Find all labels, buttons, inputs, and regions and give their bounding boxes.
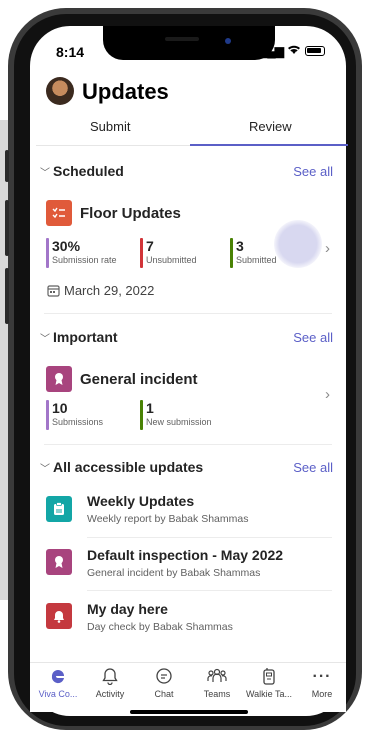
bell-icon: [46, 603, 72, 629]
list-item-subtitle: Day check by Babak Shammas: [87, 621, 233, 633]
nav-label: Chat: [154, 689, 174, 699]
bell-icon: [80, 667, 140, 687]
list-item-title: Default inspection - May 2022: [87, 547, 284, 563]
chevron-right-icon[interactable]: ›: [325, 386, 330, 403]
stat-value: 7: [146, 238, 154, 254]
chat-icon: [134, 667, 194, 687]
stat-label: Submission rate: [52, 255, 117, 265]
list-item-title: Weekly Updates: [87, 493, 195, 509]
section-accessible-title: All accessible updates: [53, 459, 204, 475]
divider: [87, 590, 332, 591]
chevron-down-icon: ﹀: [40, 464, 50, 475]
stat-label: Unsubmitted: [146, 255, 197, 265]
chevron-right-icon[interactable]: ›: [325, 240, 330, 257]
chevron-down-icon: ﹀: [40, 168, 50, 179]
teams-icon: [187, 667, 247, 687]
stat-value: 30%: [52, 238, 81, 254]
badge-icon: [46, 549, 72, 575]
tab-active-indicator: [190, 144, 348, 146]
stat-new-submission: 1 New submission: [140, 400, 212, 430]
tab-bar: Submit Review: [36, 115, 348, 146]
stat-label: Submissions: [52, 417, 104, 427]
accessible-see-all-link[interactable]: See all: [293, 460, 333, 475]
stat-value: 1: [146, 400, 154, 416]
battery-icon: [305, 46, 325, 56]
section-important-title: Important: [53, 329, 118, 345]
badge-icon: [46, 366, 72, 392]
checklist-icon: [46, 200, 72, 226]
tab-review[interactable]: Review: [249, 119, 292, 134]
important-see-all-link[interactable]: See all: [293, 330, 333, 345]
stat-submissions: 10 Submissions: [46, 400, 104, 430]
nav-viva-connections[interactable]: Viva Co...: [28, 667, 88, 699]
nav-label: Teams: [203, 689, 231, 699]
nav-label: Walkie Ta...: [245, 689, 292, 699]
nav-label: Activity: [95, 689, 125, 699]
status-time: 8:14: [56, 44, 85, 60]
more-icon: ···: [312, 668, 332, 685]
volume-up-button: [5, 200, 9, 256]
page-title: Updates: [82, 79, 169, 104]
walkie-talkie-icon: [239, 667, 299, 687]
stat-bar: [140, 238, 143, 268]
mute-switch: [5, 150, 9, 182]
scheduled-date: March 29, 2022: [64, 283, 155, 298]
list-item-title: My day here: [87, 601, 168, 617]
stat-bar: [46, 238, 49, 268]
stat-label: New submission: [146, 417, 212, 427]
stat-value: 3: [236, 238, 244, 254]
nav-activity[interactable]: Activity: [80, 667, 140, 699]
divider: [87, 537, 332, 538]
stat-submitted: 3 Submitted: [230, 238, 277, 268]
scheduled-card-title: Floor Updates: [80, 205, 181, 222]
nav-teams[interactable]: Teams: [187, 667, 247, 699]
section-scheduled-header[interactable]: ﹀ Scheduled: [40, 163, 124, 179]
stat-bar: [46, 400, 49, 430]
list-item-subtitle: General incident by Babak Shammas: [87, 567, 261, 579]
nav-more[interactable]: ··· More: [292, 667, 352, 699]
viva-icon: [28, 667, 88, 687]
stat-bar: [230, 238, 233, 268]
home-indicator[interactable]: [130, 710, 248, 714]
stat-submission-rate: 30% Submission rate: [46, 238, 117, 268]
stat-unsubmitted: 7 Unsubmitted: [140, 238, 197, 268]
clipboard-icon: [46, 496, 72, 522]
tab-submit[interactable]: Submit: [90, 119, 130, 134]
notch: [103, 26, 275, 60]
divider: [44, 444, 332, 445]
nav-label: More: [311, 689, 333, 699]
volume-down-button: [5, 268, 9, 324]
section-scheduled-title: Scheduled: [53, 163, 124, 179]
nav-chat[interactable]: Chat: [134, 667, 194, 699]
section-important-header[interactable]: ﹀ Important: [40, 329, 118, 345]
section-accessible-header[interactable]: ﹀ All accessible updates: [40, 459, 203, 475]
wifi-icon: [287, 44, 301, 58]
front-camera: [225, 38, 231, 44]
stat-bar: [140, 400, 143, 430]
stat-value: 10: [52, 400, 68, 416]
scheduled-see-all-link[interactable]: See all: [293, 164, 333, 179]
nav-walkie-talkie[interactable]: Walkie Ta...: [239, 667, 299, 699]
important-card-title: General incident: [80, 371, 198, 388]
avatar[interactable]: [46, 77, 74, 105]
bottom-nav: Viva Co... Activity Chat Teams Walkie Ta…: [30, 662, 346, 712]
calendar-icon: [47, 284, 60, 302]
speaker: [165, 37, 199, 41]
nav-label: Viva Co...: [38, 689, 78, 699]
touch-indicator: [274, 220, 322, 268]
chevron-down-icon: ﹀: [40, 334, 50, 345]
stat-label: Submitted: [236, 255, 277, 265]
list-item-subtitle: Weekly report by Babak Shammas: [87, 513, 249, 525]
divider: [44, 313, 332, 314]
